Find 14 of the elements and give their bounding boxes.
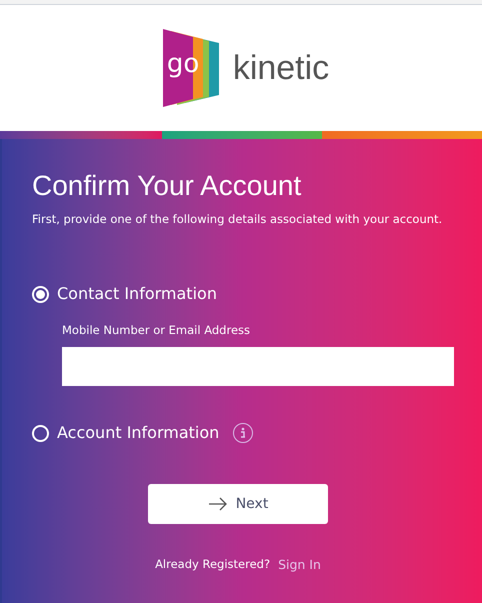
logo-wordmark: kinetic [232,51,330,85]
field-label: Mobile Number or Email Address [62,322,252,338]
arrow-icon [208,497,228,511]
next-button[interactable]: Next [148,484,328,524]
radio-button[interactable] [32,424,49,442]
info-icon[interactable] [233,423,254,443]
page-title: Confirm Your Account [32,169,302,203]
instructions-text: First, provide one of the following details associated with your account. [32,211,444,227]
radio-label[interactable]: Account Information [57,422,220,444]
radio-button[interactable] [32,286,49,302]
radio-label[interactable]: Contact Information [57,283,217,305]
registered-prompt: Already Registered? [155,556,270,573]
logo-mark: go [166,51,200,77]
contact-input[interactable] [62,347,454,386]
